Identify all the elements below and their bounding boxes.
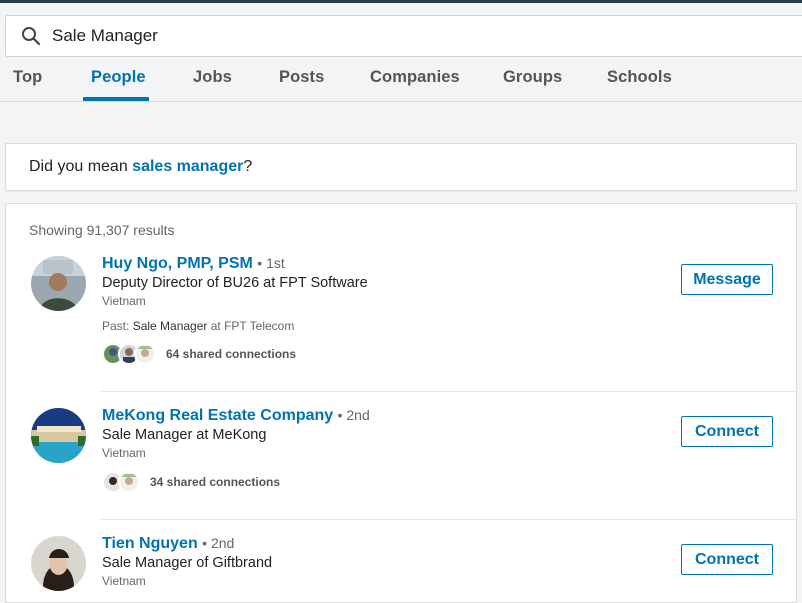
connection-degree: • 1st	[257, 255, 285, 271]
results-card: Showing 91,307 results Huy Ngo, PMP, PSM…	[5, 203, 798, 603]
shared-connections-text: 64 shared connections	[166, 347, 297, 361]
suggestion-prefix: Did you mean	[29, 158, 133, 175]
avatar[interactable]	[31, 256, 86, 311]
avatar[interactable]	[31, 536, 86, 591]
did-you-mean-card: Did you mean sales manager ?	[5, 143, 797, 191]
tab-posts[interactable]: Posts	[279, 68, 324, 87]
result-headline: Sale Manager at MeKong	[102, 427, 267, 443]
result-headline: Deputy Director of BU26 at FPT Software	[102, 275, 368, 291]
result-location: Vietnam	[102, 446, 146, 460]
top-bar	[0, 0, 802, 3]
result-location: Vietnam	[102, 294, 146, 308]
result-name[interactable]: Tien Nguyen	[102, 535, 198, 552]
search-bar[interactable]: Sale Manager	[5, 15, 802, 57]
tab-companies[interactable]: Companies	[370, 68, 460, 87]
suggestion-suffix: ?	[243, 158, 253, 175]
divider	[101, 391, 798, 392]
search-icon	[20, 25, 42, 47]
tab-schools[interactable]: Schools	[607, 68, 672, 87]
tab-top[interactable]: Top	[13, 68, 42, 87]
result-past-position: Past: Sale Manager at FPT Telecom	[102, 319, 295, 333]
tab-jobs[interactable]: Jobs	[193, 68, 232, 87]
connect-button[interactable]: Connect	[681, 416, 773, 447]
result-name[interactable]: MeKong Real Estate Company	[102, 407, 333, 424]
search-input[interactable]: Sale Manager	[52, 26, 158, 46]
connection-avatar	[134, 343, 156, 365]
tab-groups[interactable]: Groups	[503, 68, 562, 87]
message-button[interactable]: Message	[681, 264, 773, 295]
avatar[interactable]	[31, 408, 86, 463]
result-headline: Sale Manager of Giftbrand	[102, 555, 273, 571]
result-location: Vietnam	[102, 574, 146, 588]
search-filter-tabs: Top People Jobs Posts Companies Groups S…	[0, 58, 802, 102]
connection-degree: • 2nd	[202, 535, 235, 551]
suggestion-link[interactable]: sales manager	[132, 158, 243, 176]
connect-button[interactable]: Connect	[681, 544, 773, 575]
divider	[101, 519, 798, 520]
shared-connections-text: 34 shared connections	[150, 475, 281, 489]
connection-avatar	[118, 471, 140, 493]
shared-connections[interactable]: 34 shared connections	[102, 471, 280, 493]
shared-connections[interactable]: 64 shared connections	[102, 343, 296, 365]
results-count: Showing 91,307 results	[29, 222, 175, 238]
result-name[interactable]: Huy Ngo, PMP, PSM	[102, 255, 253, 272]
active-tab-indicator	[83, 97, 149, 101]
tab-people[interactable]: People	[91, 68, 146, 87]
connection-degree: • 2nd	[337, 407, 370, 423]
